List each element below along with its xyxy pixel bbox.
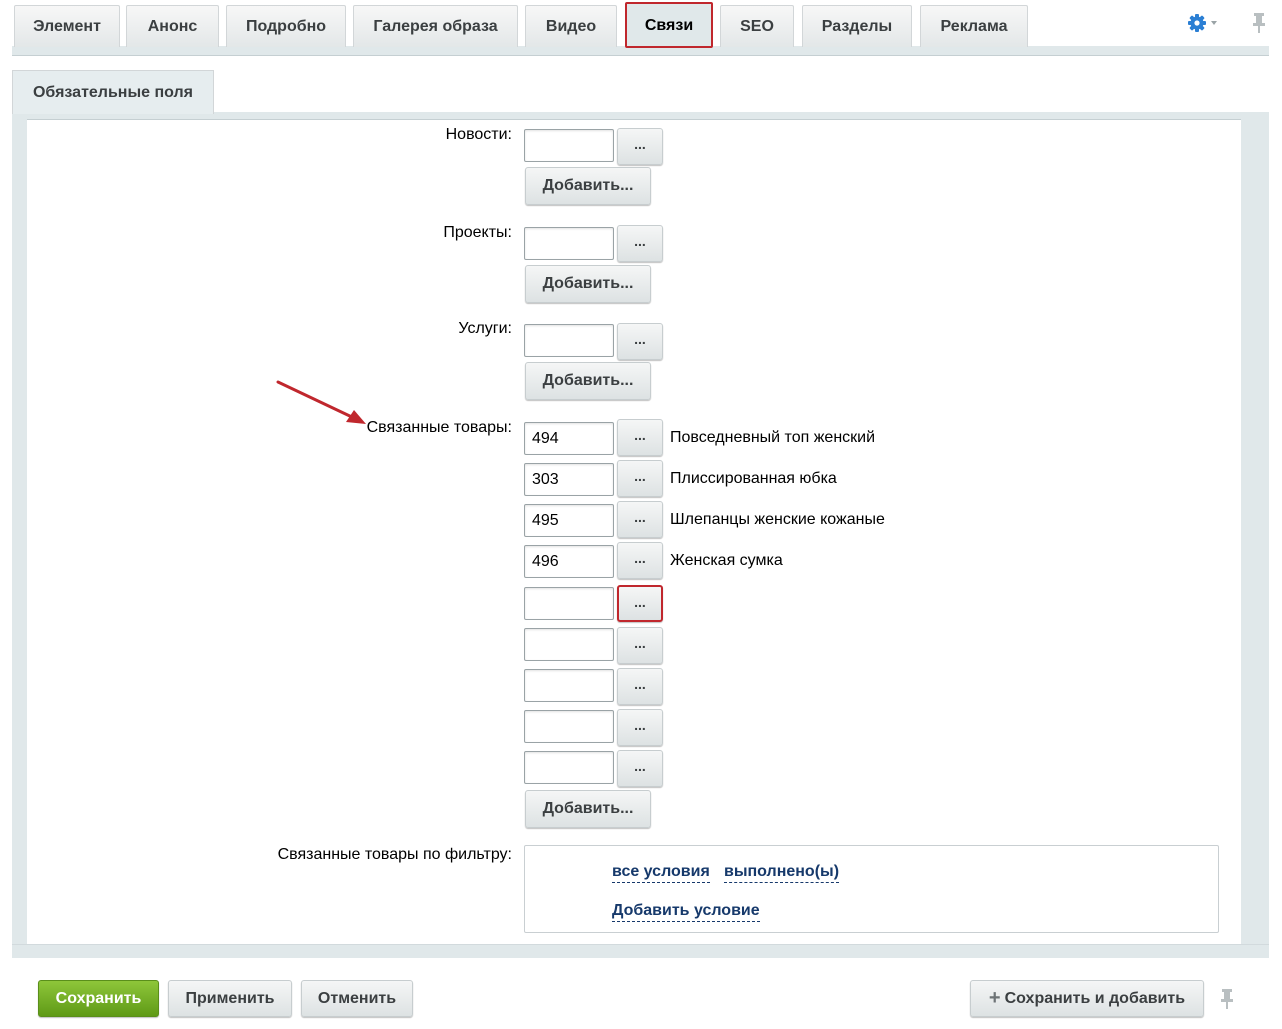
add-condition-link[interactable]: Добавить условие: [612, 902, 760, 922]
related-input-5[interactable]: [524, 587, 614, 620]
projects-select-button[interactable]: ...: [617, 225, 663, 262]
tab-element[interactable]: Элемент: [14, 5, 120, 47]
news-input[interactable]: [524, 129, 614, 162]
related-item-name-1: Повседневный топ женский: [670, 429, 876, 446]
tab-ads[interactable]: Реклама: [920, 5, 1028, 47]
subtab-required-fields[interactable]: Обязательные поля: [12, 70, 214, 114]
red-arrow-annotation: [276, 380, 366, 424]
projects-add-button[interactable]: Добавить...: [525, 265, 651, 303]
save-and-add-button[interactable]: + Сохранить и добавить: [970, 980, 1204, 1017]
related-select-button-4[interactable]: ...: [617, 542, 663, 579]
cancel-button[interactable]: Отменить: [301, 980, 413, 1017]
tab-video[interactable]: Видео: [525, 5, 617, 47]
related-select-button-7[interactable]: ...: [617, 668, 663, 705]
footer-pin-icon[interactable]: [1220, 988, 1236, 1012]
services-input[interactable]: [524, 324, 614, 357]
projects-label: Проекты:: [443, 224, 512, 241]
services-add-button[interactable]: Добавить...: [525, 362, 651, 400]
related-add-button[interactable]: Добавить...: [525, 790, 651, 828]
all-conditions-link[interactable]: все условия: [612, 863, 710, 883]
save-button[interactable]: Сохранить: [38, 980, 159, 1017]
related-select-button-8[interactable]: ...: [617, 709, 663, 746]
settings-gear-icon[interactable]: [1184, 10, 1224, 36]
fulfilled-link[interactable]: выполнено(ы): [724, 863, 840, 883]
related-input-9[interactable]: [524, 751, 614, 784]
related-input-4[interactable]: [524, 545, 614, 578]
tab-links[interactable]: Связи: [625, 2, 713, 48]
tab-sections[interactable]: Разделы: [802, 5, 912, 47]
filter-label: Связанные товары по фильтру:: [277, 846, 512, 863]
apply-button[interactable]: Применить: [168, 980, 292, 1017]
related-item-name-2: Плиссированная юбка: [670, 470, 837, 487]
tab-details[interactable]: Подробно: [226, 5, 346, 47]
content-frame-bottom: [12, 944, 1269, 958]
related-select-button-3[interactable]: ...: [617, 501, 663, 538]
news-add-button[interactable]: Добавить...: [525, 167, 651, 205]
related-item-name-3: Шлепанцы женские кожаные: [670, 511, 885, 528]
tab-gallery[interactable]: Галерея образа: [353, 5, 518, 47]
related-products-label: Связанные товары:: [366, 419, 512, 436]
related-input-3[interactable]: [524, 504, 614, 537]
related-select-button-5-highlighted[interactable]: ...: [617, 585, 663, 622]
related-input-6[interactable]: [524, 628, 614, 661]
projects-input[interactable]: [524, 227, 614, 260]
content-frame-right: [1241, 118, 1269, 958]
footer-bar: Сохранить Применить Отменить + Сохранить …: [12, 958, 1269, 1029]
related-select-button-1[interactable]: ...: [617, 419, 663, 456]
subtab-bar: Обязательные поля: [12, 56, 1269, 120]
related-input-8[interactable]: [524, 710, 614, 743]
tab-seo[interactable]: SEO: [720, 5, 794, 47]
plus-icon: +: [988, 987, 1001, 1009]
news-label: Новости:: [445, 126, 512, 143]
related-select-button-2[interactable]: ...: [617, 460, 663, 497]
related-input-7[interactable]: [524, 669, 614, 702]
related-item-name-4: Женская сумка: [670, 552, 783, 569]
services-select-button[interactable]: ...: [617, 323, 663, 360]
related-select-button-6[interactable]: ...: [617, 627, 663, 664]
content-frame-left: [12, 118, 27, 958]
save-and-add-label: Сохранить и добавить: [1004, 990, 1186, 1007]
pin-icon[interactable]: [1248, 10, 1270, 36]
related-select-button-9[interactable]: ...: [617, 750, 663, 787]
tab-bar: Элемент Анонс Подробно Галерея образа Ви…: [12, 0, 1269, 56]
services-label: Услуги:: [458, 320, 512, 337]
related-input-1[interactable]: [524, 422, 614, 455]
related-input-2[interactable]: [524, 463, 614, 496]
news-select-button[interactable]: ...: [617, 128, 663, 165]
tab-announce[interactable]: Анонс: [126, 5, 219, 47]
